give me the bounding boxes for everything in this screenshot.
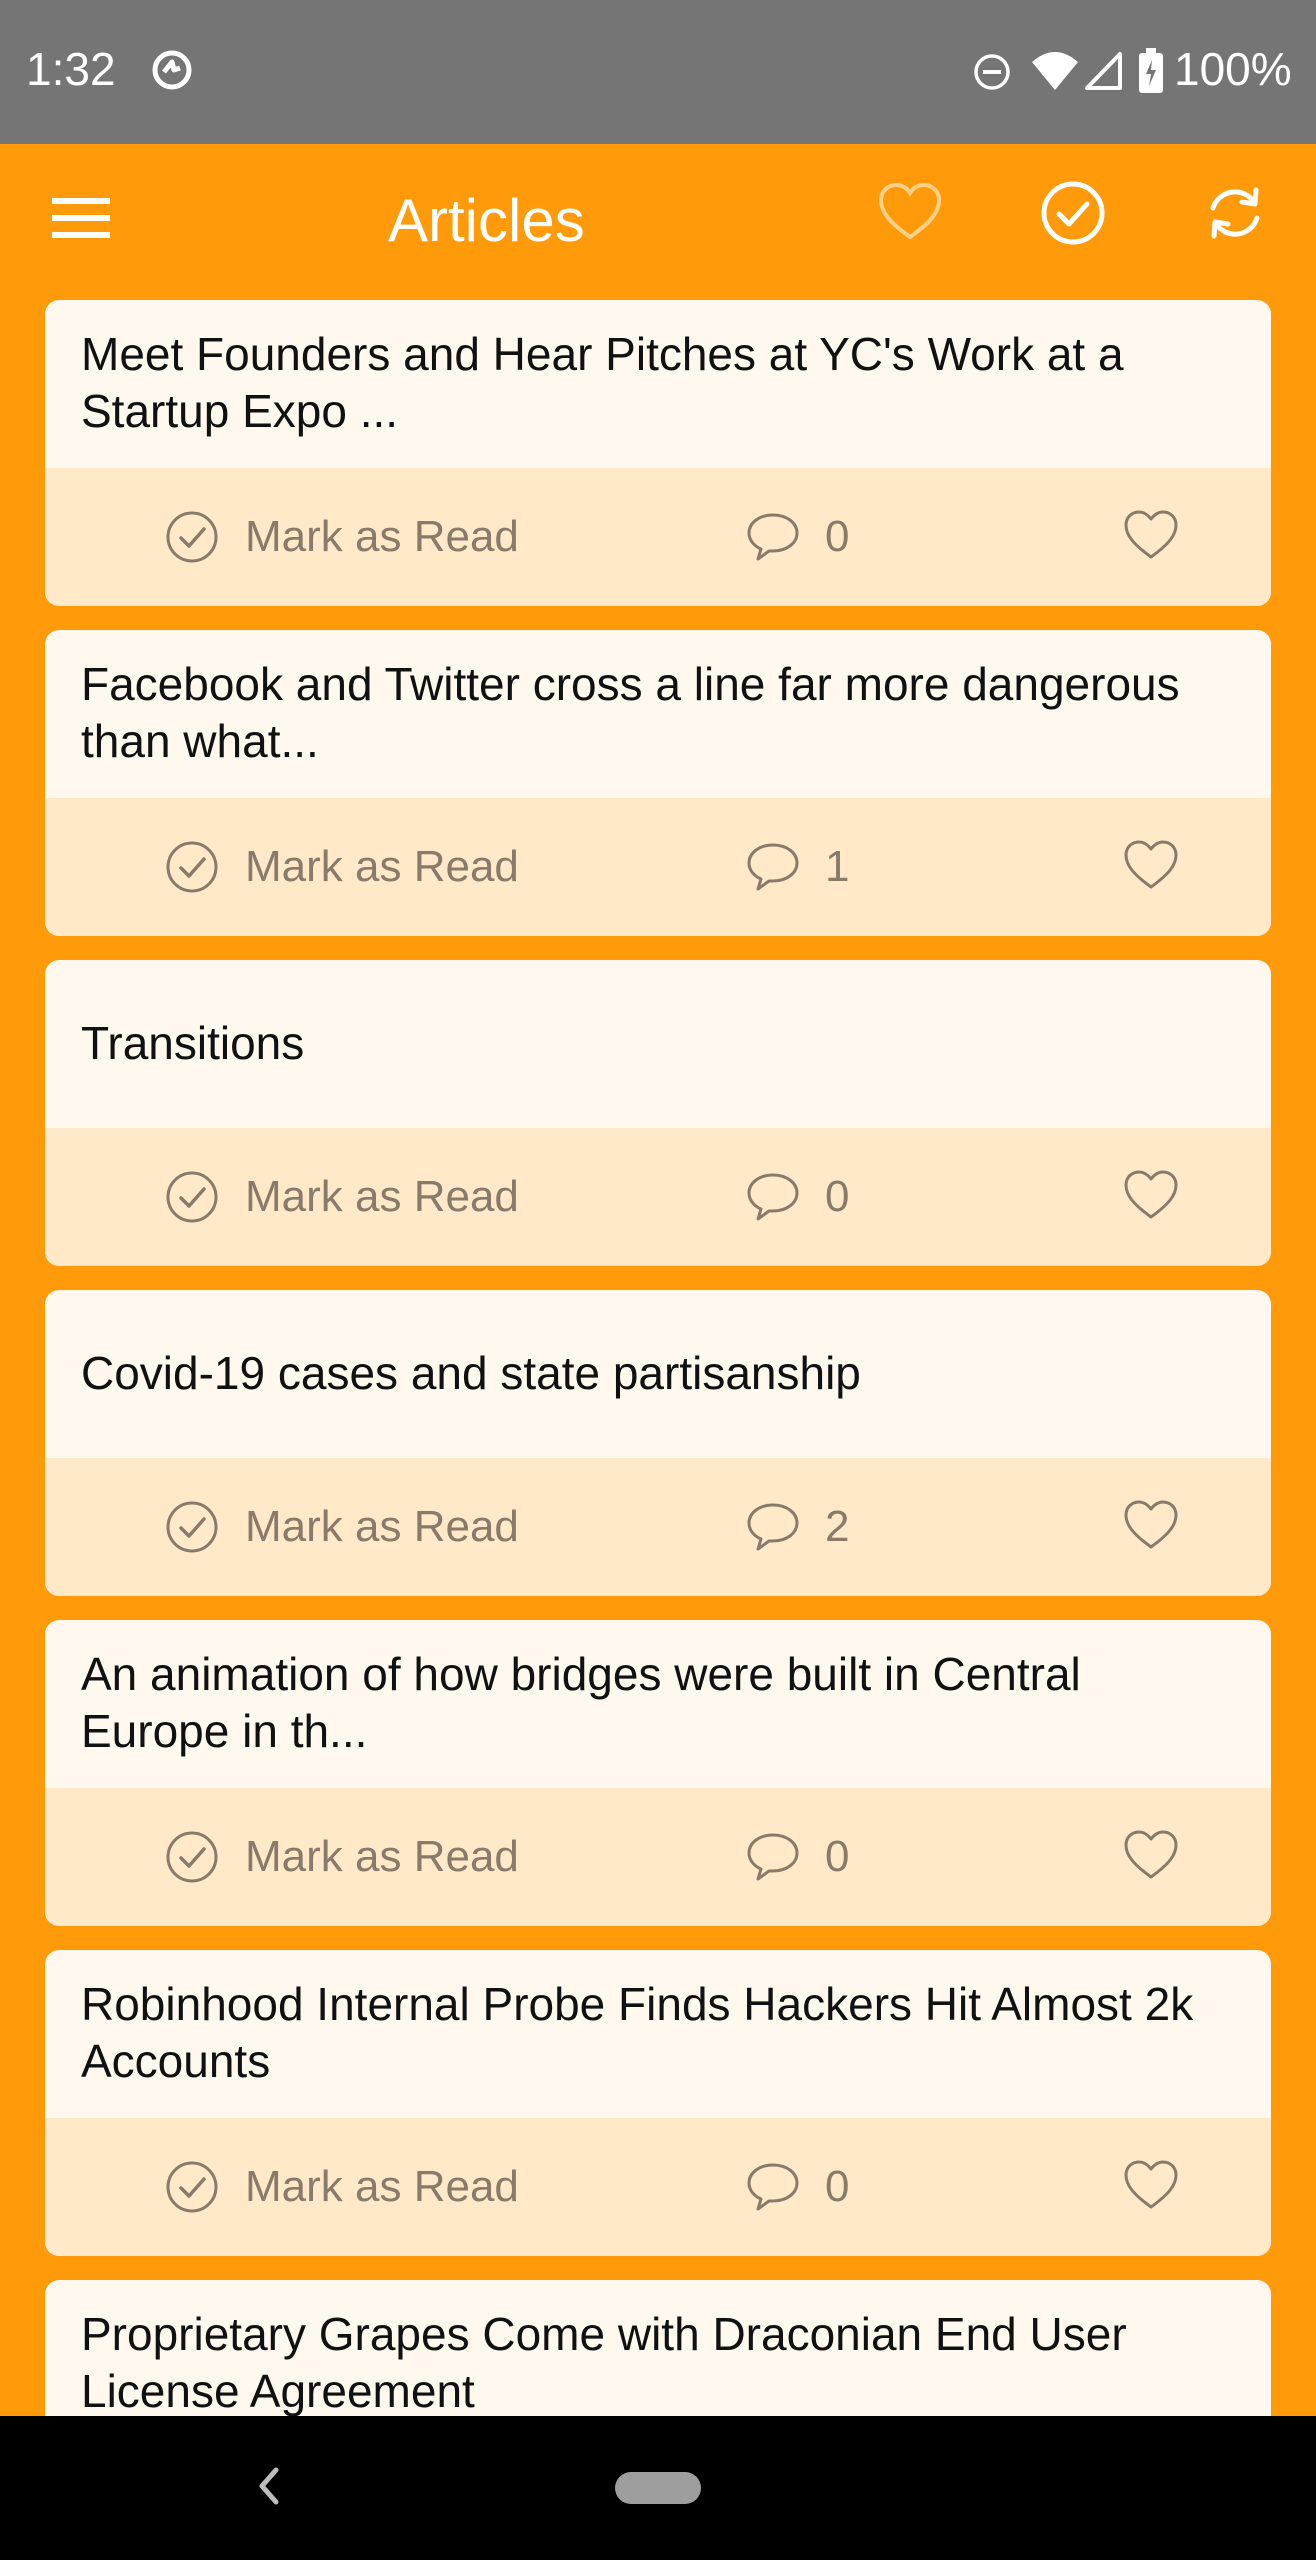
comment-icon	[747, 1173, 799, 1221]
article-title[interactable]: Meet Founders and Hear Pitches at YC's W…	[81, 320, 1235, 446]
check-circle-icon[interactable]	[1040, 180, 1106, 246]
article-actions: Mark as Read 1	[45, 798, 1271, 936]
mark-as-read-button[interactable]: Mark as Read	[165, 1168, 519, 1226]
check-circle-icon	[166, 2161, 218, 2213]
article-card[interactable]: Robinhood Internal Probe Finds Hackers H…	[45, 1950, 1271, 2256]
comments-button[interactable]: 1	[745, 838, 849, 896]
article-title[interactable]: Transitions	[81, 980, 1235, 1106]
article-card[interactable]: Covid-19 cases and state partisanship Mar…	[45, 1290, 1271, 1596]
like-button[interactable]	[1123, 1168, 1179, 1222]
like-button[interactable]	[1123, 2158, 1179, 2212]
article-title[interactable]: An animation of how bridges were built i…	[81, 1640, 1235, 1766]
mark-as-read-label: Mark as Read	[245, 1172, 519, 1221]
do-not-disturb-icon	[974, 54, 1010, 90]
refresh-icon[interactable]	[1202, 180, 1268, 246]
sync-icon	[152, 50, 192, 90]
article-title[interactable]: Proprietary Grapes Come with Draconian E…	[81, 2300, 1235, 2416]
article-title[interactable]: Covid-19 cases and state partisanship	[81, 1310, 1235, 1436]
comment-count: 1	[825, 842, 850, 891]
comment-icon	[747, 843, 799, 891]
check-circle-icon	[166, 1501, 218, 1553]
check-circle-icon	[166, 1831, 218, 1883]
status-bar: 1:32 100%	[0, 0, 1316, 144]
comment-icon	[747, 2163, 799, 2211]
mark-as-read-button[interactable]: Mark as Read	[165, 1498, 519, 1556]
article-card[interactable]: An animation of how bridges were built i…	[45, 1620, 1271, 1926]
comment-count: 0	[825, 512, 850, 561]
article-actions: Mark as Read 0	[45, 1788, 1271, 1926]
battery-percentage: 100%	[1174, 43, 1292, 95]
mark-as-read-label: Mark as Read	[245, 1832, 519, 1881]
article-actions: Mark as Read 0	[45, 2118, 1271, 2256]
article-title[interactable]: Facebook and Twitter cross a line far mo…	[81, 650, 1235, 776]
mark-as-read-label: Mark as Read	[245, 1502, 519, 1551]
status-time: 1:32	[26, 43, 116, 95]
comment-icon	[747, 513, 799, 561]
article-list[interactable]: Meet Founders and Hear Pitches at YC's W…	[0, 298, 1316, 2416]
wifi-icon	[1032, 52, 1078, 90]
article-actions: Mark as Read 2	[45, 1458, 1271, 1596]
article-actions: Mark as Read 0	[45, 468, 1271, 606]
battery-charging-icon	[1139, 48, 1163, 93]
article-card[interactable]: Proprietary Grapes Come with Draconian E…	[45, 2280, 1271, 2416]
comment-count: 0	[825, 2162, 850, 2211]
mark-as-read-label: Mark as Read	[245, 512, 519, 561]
mark-as-read-label: Mark as Read	[245, 2162, 519, 2211]
mark-as-read-button[interactable]: Mark as Read	[165, 838, 519, 896]
navigation-bar	[0, 2416, 1316, 2560]
like-button[interactable]	[1123, 1498, 1179, 1552]
article-card[interactable]: Meet Founders and Hear Pitches at YC's W…	[45, 300, 1271, 606]
mark-as-read-label: Mark as Read	[245, 842, 519, 891]
comment-count: 2	[825, 1502, 850, 1551]
like-button[interactable]	[1123, 1828, 1179, 1882]
like-button[interactable]	[1123, 838, 1179, 892]
heart-icon[interactable]	[877, 182, 943, 242]
check-circle-icon	[166, 841, 218, 893]
page-title: Articles	[388, 187, 585, 254]
check-circle-icon	[166, 1171, 218, 1223]
check-circle-icon	[166, 511, 218, 563]
home-handle[interactable]	[615, 2472, 701, 2504]
mark-as-read-button[interactable]: Mark as Read	[165, 2158, 519, 2216]
comment-count: 0	[825, 1832, 850, 1881]
app-bar: Articles	[0, 144, 1316, 298]
article-actions: Mark as Read 0	[45, 1128, 1271, 1266]
comments-button[interactable]: 0	[745, 508, 849, 566]
article-card[interactable]: Facebook and Twitter cross a line far mo…	[45, 630, 1271, 936]
comment-count: 0	[825, 1172, 850, 1221]
signal-icon	[1085, 52, 1122, 90]
article-card[interactable]: Transitions Mark as Read 0	[45, 960, 1271, 1266]
comments-button[interactable]: 2	[745, 1498, 849, 1556]
like-button[interactable]	[1123, 508, 1179, 562]
mark-as-read-button[interactable]: Mark as Read	[165, 508, 519, 566]
mark-as-read-button[interactable]: Mark as Read	[165, 1828, 519, 1886]
menu-icon[interactable]	[52, 196, 110, 240]
comment-icon	[747, 1833, 799, 1881]
back-icon[interactable]	[250, 2462, 286, 2510]
comments-button[interactable]: 0	[745, 1828, 849, 1886]
comments-button[interactable]: 0	[745, 2158, 849, 2216]
comments-button[interactable]: 0	[745, 1168, 849, 1226]
comment-icon	[747, 1503, 799, 1551]
article-title[interactable]: Robinhood Internal Probe Finds Hackers H…	[81, 1970, 1235, 2096]
